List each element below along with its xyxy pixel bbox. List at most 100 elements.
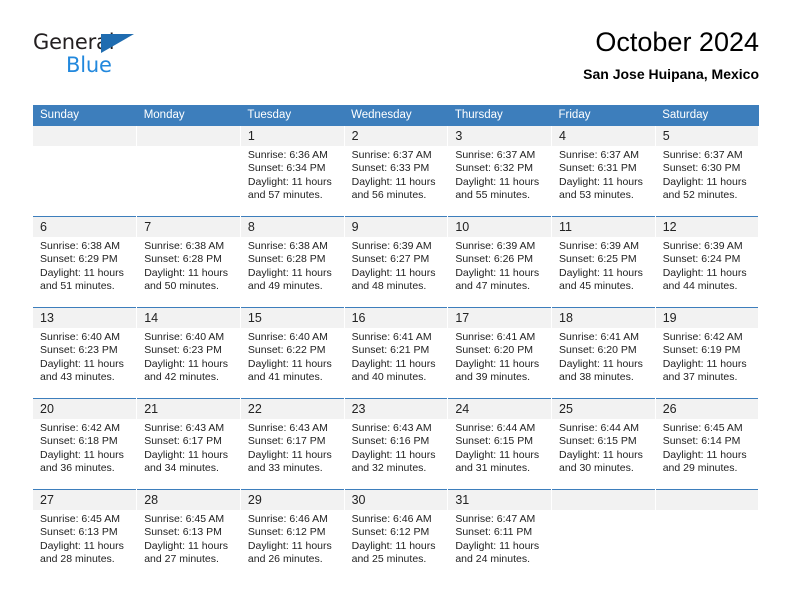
- calendar-day-cell[interactable]: 29 Sunrise: 6:46 AM Sunset: 6:12 PM Dayligh…: [240, 489, 345, 580]
- calendar-day-cell[interactable]: 26 Sunrise: 6:45 AM Sunset: 6:14 PM Dayligh…: [655, 398, 760, 490]
- calendar-day-cell[interactable]: 3 Sunrise: 6:37 AM Sunset: 6:32 PM Daylight…: [447, 126, 553, 217]
- calendar-day-cell[interactable]: 9 Sunrise: 6:39 AM Sunset: 6:27 PM Daylight…: [344, 216, 449, 308]
- day-detail-line: Sunrise: 6:40 AM: [40, 331, 120, 343]
- calendar-day-cell[interactable]: 1 Sunrise: 6:36 AM Sunset: 6:34 PM Daylight…: [240, 126, 345, 217]
- calendar-day-cell[interactable]: 27 Sunrise: 6:45 AM Sunset: 6:13 PM Dayligh…: [33, 489, 138, 580]
- day-cell-inner: 10 Sunrise: 6:39 AM Sunset: 6:26 PM Dayligh…: [448, 217, 552, 307]
- calendar-day-cell[interactable]: 24 Sunrise: 6:44 AM Sunset: 6:15 PM Dayligh…: [447, 398, 553, 490]
- day-sun-details: Sunrise: 6:39 AM Sunset: 6:24 PM Daylight:…: [656, 237, 759, 294]
- day-detail-line: Daylight: 11 hours: [247, 357, 332, 370]
- day-detail-line: Daylight: 11 hours: [40, 539, 124, 552]
- day-sun-details: Sunrise: 6:44 AM Sunset: 6:15 PM Daylight:…: [552, 419, 655, 476]
- day-cell-inner: [655, 490, 759, 580]
- day-sun-details: Sunrise: 6:38 AM Sunset: 6:28 PM Daylight:…: [241, 237, 344, 294]
- calendar-day-cell[interactable]: 10 Sunrise: 6:39 AM Sunset: 6:26 PM Dayligh…: [447, 216, 553, 308]
- day-cell-inner: 26 Sunrise: 6:45 AM Sunset: 6:14 PM Dayligh…: [655, 399, 759, 489]
- calendar-body: 1 Sunrise: 6:36 AM Sunset: 6:34 PM Daylight…: [33, 126, 760, 580]
- calendar-day-cell[interactable]: 14 Sunrise: 6:40 AM Sunset: 6:23 PM Dayligh…: [136, 307, 241, 399]
- calendar-day-cell-empty: [551, 489, 656, 580]
- calendar-day-cell[interactable]: 31 Sunrise: 6:47 AM Sunset: 6:11 PM Dayligh…: [447, 489, 553, 580]
- day-detail-line: Sunrise: 6:37 AM: [455, 149, 536, 161]
- day-detail-line: Daylight: 11 hours: [351, 448, 436, 461]
- day-number: 27: [33, 490, 137, 510]
- day-detail-line: Sunrise: 6:45 AM: [662, 422, 743, 434]
- calendar-day-cell[interactable]: 30 Sunrise: 6:46 AM Sunset: 6:12 PM Dayligh…: [344, 489, 449, 580]
- day-detail-line: Daylight: 11 hours: [455, 448, 540, 461]
- generalblue-logo[interactable]: General Blue: [33, 32, 203, 88]
- weekday-header-friday: Friday: [551, 105, 656, 126]
- day-detail-line: Sunrise: 6:43 AM: [247, 422, 328, 434]
- calendar-day-cell[interactable]: 28 Sunrise: 6:45 AM Sunset: 6:13 PM Dayligh…: [136, 489, 241, 580]
- day-detail-line: and 53 minutes.: [559, 189, 634, 202]
- day-sun-details: Sunrise: 6:43 AM Sunset: 6:17 PM Daylight:…: [137, 419, 240, 476]
- day-detail-line: Sunset: 6:19 PM: [662, 344, 741, 357]
- day-detail-line: and 38 minutes.: [559, 371, 634, 384]
- calendar-day-cell[interactable]: 12 Sunrise: 6:39 AM Sunset: 6:24 PM Dayligh…: [655, 216, 760, 308]
- day-sun-details: Sunrise: 6:45 AM Sunset: 6:14 PM Daylight:…: [656, 419, 759, 476]
- calendar-day-cell[interactable]: 6 Sunrise: 6:38 AM Sunset: 6:29 PM Daylight…: [33, 216, 138, 308]
- day-detail-line: Daylight: 11 hours: [559, 448, 643, 461]
- day-detail-line: Daylight: 11 hours: [247, 448, 332, 461]
- calendar-day-cell-empty: [655, 489, 760, 580]
- calendar-day-cell[interactable]: 22 Sunrise: 6:43 AM Sunset: 6:17 PM Dayligh…: [240, 398, 345, 490]
- day-detail-line: Sunrise: 6:46 AM: [351, 513, 432, 525]
- day-number: 13: [33, 308, 137, 328]
- day-number: 1: [240, 126, 344, 146]
- weekday-header-thursday: Thursday: [447, 105, 552, 126]
- day-cell-inner: 23 Sunrise: 6:43 AM Sunset: 6:16 PM Dayligh…: [344, 399, 448, 489]
- day-number: 2: [344, 126, 448, 146]
- day-detail-line: Sunrise: 6:44 AM: [559, 422, 639, 434]
- calendar-day-cell[interactable]: 19 Sunrise: 6:42 AM Sunset: 6:19 PM Dayligh…: [655, 307, 760, 399]
- day-cell-inner: 29 Sunrise: 6:46 AM Sunset: 6:12 PM Dayligh…: [240, 490, 344, 580]
- calendar-day-cell[interactable]: 13 Sunrise: 6:40 AM Sunset: 6:23 PM Dayligh…: [33, 307, 138, 399]
- day-sun-details: Sunrise: 6:37 AM Sunset: 6:30 PM Daylight:…: [656, 146, 759, 203]
- calendar-day-cell[interactable]: 11 Sunrise: 6:39 AM Sunset: 6:25 PM Dayligh…: [551, 216, 656, 308]
- day-cell-inner: 2 Sunrise: 6:37 AM Sunset: 6:33 PM Daylight…: [344, 126, 448, 216]
- calendar-day-cell[interactable]: 15 Sunrise: 6:40 AM Sunset: 6:22 PM Dayligh…: [240, 307, 345, 399]
- calendar-day-cell[interactable]: 7 Sunrise: 6:38 AM Sunset: 6:28 PM Daylight…: [136, 216, 241, 308]
- day-detail-line: Sunrise: 6:39 AM: [455, 240, 536, 252]
- calendar-day-cell[interactable]: 23 Sunrise: 6:43 AM Sunset: 6:16 PM Dayligh…: [344, 398, 449, 490]
- calendar-day-cell[interactable]: 5 Sunrise: 6:37 AM Sunset: 6:30 PM Daylight…: [655, 126, 760, 217]
- calendar-day-cell[interactable]: 16 Sunrise: 6:41 AM Sunset: 6:21 PM Dayligh…: [344, 307, 449, 399]
- day-number: 28: [137, 490, 240, 510]
- day-number: [655, 490, 759, 510]
- day-number: 20: [33, 399, 137, 419]
- day-number: 24: [448, 399, 552, 419]
- day-detail-line: Daylight: 11 hours: [455, 539, 540, 552]
- day-sun-details: Sunrise: 6:37 AM Sunset: 6:33 PM Daylight:…: [345, 146, 448, 203]
- day-cell-inner: 22 Sunrise: 6:43 AM Sunset: 6:17 PM Dayligh…: [240, 399, 344, 489]
- day-detail-line: Daylight: 11 hours: [662, 175, 747, 188]
- calendar-day-cell[interactable]: 25 Sunrise: 6:44 AM Sunset: 6:15 PM Dayligh…: [551, 398, 656, 490]
- day-number: 14: [137, 308, 240, 328]
- day-detail-line: Sunset: 6:13 PM: [144, 526, 222, 539]
- day-sun-details: Sunrise: 6:41 AM Sunset: 6:20 PM Daylight:…: [448, 328, 551, 385]
- day-detail-line: Sunrise: 6:37 AM: [559, 149, 639, 161]
- calendar-day-cell[interactable]: 21 Sunrise: 6:43 AM Sunset: 6:17 PM Dayligh…: [136, 398, 241, 490]
- day-cell-inner: 11 Sunrise: 6:39 AM Sunset: 6:25 PM Dayligh…: [552, 217, 655, 307]
- day-detail-line: Daylight: 11 hours: [662, 266, 747, 279]
- day-detail-line: Sunrise: 6:37 AM: [351, 149, 432, 161]
- calendar-day-cell[interactable]: 18 Sunrise: 6:41 AM Sunset: 6:20 PM Dayligh…: [551, 307, 656, 399]
- calendar-week-row: 6 Sunrise: 6:38 AM Sunset: 6:29 PM Daylight…: [33, 216, 760, 308]
- day-sun-details: Sunrise: 6:42 AM Sunset: 6:18 PM Daylight:…: [33, 419, 136, 476]
- day-number: 21: [137, 399, 240, 419]
- day-detail-line: Sunrise: 6:38 AM: [144, 240, 225, 252]
- day-detail-line: Sunset: 6:33 PM: [351, 162, 430, 175]
- day-detail-line: Sunset: 6:11 PM: [455, 526, 533, 539]
- page-subtitle: San Jose Huipana, Mexico: [583, 66, 759, 82]
- day-detail-line: Sunset: 6:20 PM: [455, 344, 533, 357]
- day-cell-inner: 28 Sunrise: 6:45 AM Sunset: 6:13 PM Dayligh…: [137, 490, 240, 580]
- day-sun-details: Sunrise: 6:47 AM Sunset: 6:11 PM Daylight:…: [448, 510, 551, 567]
- calendar-day-cell[interactable]: 17 Sunrise: 6:41 AM Sunset: 6:20 PM Dayligh…: [447, 307, 553, 399]
- day-detail-line: Sunset: 6:18 PM: [40, 435, 118, 448]
- calendar-day-cell[interactable]: 2 Sunrise: 6:37 AM Sunset: 6:33 PM Daylight…: [344, 126, 449, 217]
- day-detail-line: Sunset: 6:29 PM: [40, 253, 118, 266]
- day-sun-details: Sunrise: 6:45 AM Sunset: 6:13 PM Daylight:…: [33, 510, 136, 567]
- calendar-grid: Sunday Monday Tuesday Wednesday Thursday Frid…: [33, 105, 760, 580]
- calendar-day-cell[interactable]: 8 Sunrise: 6:38 AM Sunset: 6:28 PM Daylight…: [240, 216, 345, 308]
- calendar-day-cell[interactable]: 4 Sunrise: 6:37 AM Sunset: 6:31 PM Daylight…: [551, 126, 656, 217]
- day-detail-line: Sunset: 6:26 PM: [455, 253, 533, 266]
- calendar-day-cell[interactable]: 20 Sunrise: 6:42 AM Sunset: 6:18 PM Dayligh…: [33, 398, 138, 490]
- day-detail-line: Sunset: 6:21 PM: [351, 344, 430, 357]
